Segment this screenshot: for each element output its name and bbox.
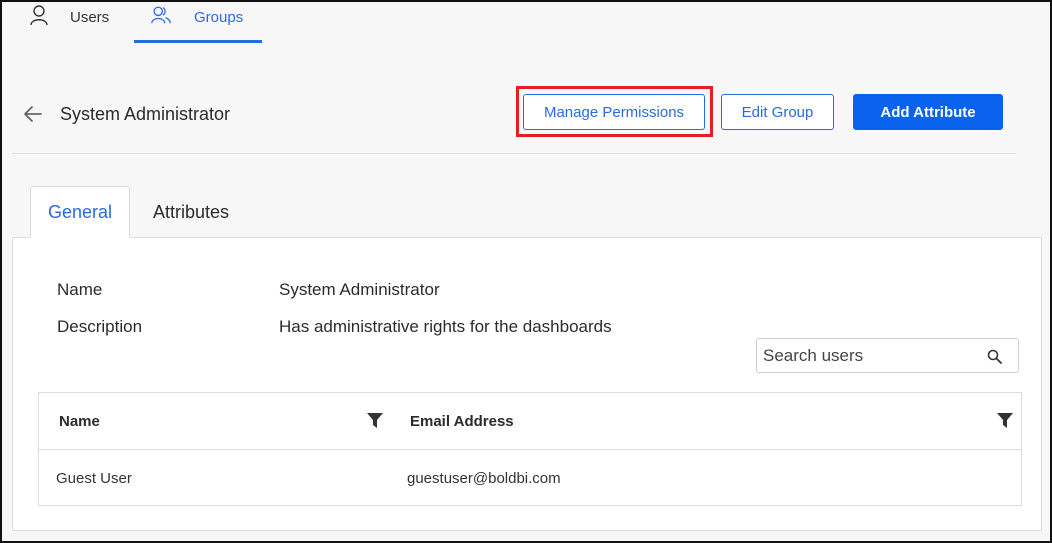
column-header-email[interactable]: Email Address (410, 413, 514, 430)
header-divider (12, 153, 1016, 154)
nav-tab-groups[interactable]: Groups (134, 2, 262, 44)
nav-tab-users[interactable]: Users (28, 2, 128, 44)
group-icon (151, 6, 171, 24)
add-attribute-button[interactable]: Add Attribute (853, 94, 1003, 130)
user-icon (30, 5, 48, 26)
search-box (756, 338, 1019, 373)
filter-icon[interactable] (367, 413, 383, 428)
table-row-name-cell: Guest User (56, 470, 132, 487)
manage-permissions-button[interactable]: Manage Permissions (523, 94, 705, 130)
name-label: Name (57, 280, 103, 299)
grid-header-divider (39, 449, 1021, 450)
nav-tab-users-label: Users (70, 9, 110, 26)
tab-general[interactable]: General (30, 186, 130, 238)
tab-attributes[interactable]: Attributes (136, 186, 246, 238)
arrow-left-icon[interactable] (22, 103, 44, 125)
description-label: Description (57, 317, 143, 336)
search-input[interactable] (763, 343, 983, 369)
table-row-email-cell: guestuser@boldbi.com (407, 470, 561, 487)
column-header-name[interactable]: Name (59, 413, 100, 430)
top-navigation: Users Groups (2, 2, 1050, 44)
name-value: System Administrator (279, 280, 440, 299)
nav-tab-groups-label: Groups (194, 9, 244, 26)
description-value: Has administrative rights for the dashbo… (279, 317, 612, 336)
users-grid: Name Email Address Guest User guestuser@… (38, 392, 1022, 506)
search-icon[interactable] (987, 349, 1002, 364)
filter-icon[interactable] (997, 413, 1013, 428)
active-tab-indicator (134, 40, 262, 43)
app-window: Users Groups System Administrator Manage… (0, 0, 1052, 543)
page-title: System Administrator (60, 104, 231, 124)
edit-group-button[interactable]: Edit Group (721, 94, 834, 130)
